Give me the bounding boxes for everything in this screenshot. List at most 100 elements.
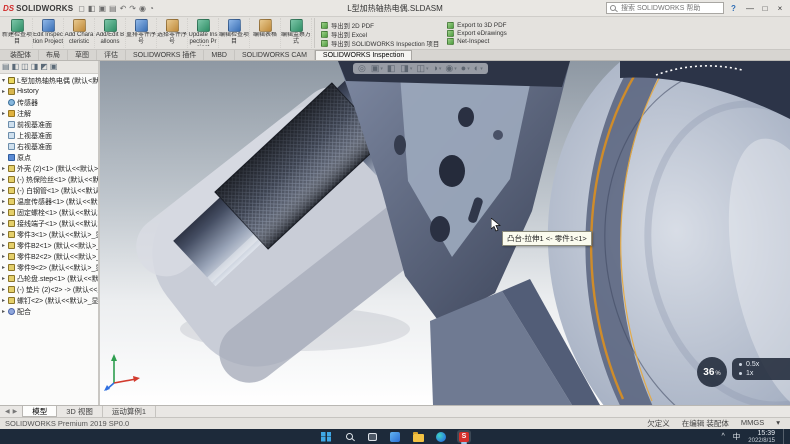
quick-access-icon[interactable]: ▣ <box>98 4 106 13</box>
hidden-icons-chevron-icon[interactable]: ^ <box>722 433 725 440</box>
chevron-down-icon[interactable]: ▾ <box>426 66 429 72</box>
tree-item[interactable]: ▸ (-) 垫片 (2)<2> -> (默认<<默认>_显示状态) <box>0 284 98 295</box>
panel-tab-icon[interactable]: ◧ <box>12 63 20 71</box>
export-button[interactable]: 导出到 2D PDF <box>321 21 439 30</box>
ribbon-button[interactable]: 编辑检查项目 <box>219 18 250 48</box>
solidworks-logo[interactable]: DS SOLIDWORKS <box>3 4 73 13</box>
quick-access-icon[interactable]: ▤ <box>109 4 117 13</box>
tree-item[interactable]: ▸ 注解 <box>0 108 98 119</box>
taskbar-app-icon[interactable] <box>457 430 471 443</box>
tree-item[interactable]: ▸ 外壳 (2)<1> (默认<<默认>_显示状态) <box>0 163 98 174</box>
ribbon-button[interactable]: Update Inspection Project <box>188 18 219 48</box>
help-search-box[interactable] <box>606 2 724 14</box>
view-tool-icon[interactable]: ◎ <box>358 64 367 73</box>
panel-tab-icon[interactable]: ◫ <box>21 63 29 71</box>
tab-scroll-right-icon[interactable]: ▶ <box>13 408 18 415</box>
ribbon-tab[interactable]: MBD <box>204 50 235 60</box>
chevron-down-icon[interactable]: ▾ <box>439 66 442 72</box>
tree-item[interactable]: ▸ 固定螺栓<1> (默认<<默认>_显示状态) <box>0 207 98 218</box>
taskbar-app-icon[interactable] <box>388 430 402 443</box>
tree-item[interactable]: ▸ 凸轮盘.step<1> (默认<<默认>_显示状态) <box>0 273 98 284</box>
tree-item[interactable]: ▸ 前视基准面 <box>0 119 98 130</box>
ribbon-tab[interactable]: SOLIDWORKS Inspection <box>315 50 412 60</box>
view-tool-icon[interactable]: ◐ ▾ <box>474 64 483 73</box>
panel-tab-icon[interactable]: ◩ <box>40 63 48 71</box>
export-button[interactable]: 导出到 SOLIDWORKS Inspection 项目 <box>321 39 439 48</box>
quick-access-icon[interactable]: ◻ <box>78 4 85 13</box>
ribbon-tab[interactable]: 布局 <box>39 50 68 60</box>
ribbon-tab[interactable]: 草图 <box>68 50 97 60</box>
help-button[interactable]: ? <box>728 4 739 13</box>
ribbon-button[interactable]: 编辑监察方式 <box>281 18 312 48</box>
ribbon-button[interactable]: 编辑表格 <box>250 18 281 48</box>
view-tool-icon[interactable]: ◧ <box>387 64 397 73</box>
chevron-down-icon[interactable]: ▾ <box>410 66 413 72</box>
zoom-badge[interactable]: 36 % <box>697 357 727 387</box>
view-tool-icon[interactable]: ● ▾ <box>461 64 470 73</box>
graphics-viewport[interactable]: ◎ ▣ ▾ ◧ ◨ ▾ ◫ ▾ ◑ ▾ ◉ <box>100 61 790 405</box>
chevron-down-icon[interactable]: ▾ <box>480 66 483 72</box>
ribbon-button[interactable]: 重排零件序号 <box>126 18 157 48</box>
chevron-down-icon[interactable]: ▾ <box>467 66 470 72</box>
status-item[interactable]: ▾ <box>776 418 780 429</box>
tree-item[interactable]: ▸ History <box>0 86 98 97</box>
export-button[interactable]: Net-Inspect <box>447 37 507 45</box>
taskbar-app-icon[interactable] <box>365 430 379 443</box>
status-item[interactable]: MMGS <box>741 418 764 429</box>
view-tool-icon[interactable]: ◉ ▾ <box>445 64 456 73</box>
tab-scroll-left-icon[interactable]: ◀ <box>5 408 10 415</box>
ribbon-button[interactable]: 选择零件序号 <box>157 18 188 48</box>
panel-tab-icon[interactable]: ▤ <box>2 63 10 71</box>
panel-tab-icon[interactable]: ▣ <box>50 63 58 71</box>
close-button[interactable]: × <box>773 2 787 15</box>
export-button[interactable]: Export to 3D PDF <box>447 21 507 29</box>
tree-item[interactable]: ▸ 上视基准面 <box>0 130 98 141</box>
tree-item[interactable]: ▸ 零件9<2> (默认<<默认>_显示状态) <box>0 262 98 273</box>
quick-access-icon[interactable]: ◧ <box>88 4 96 13</box>
input-language-indicator[interactable]: 中 <box>733 431 741 442</box>
chevron-down-icon[interactable]: ▾ <box>380 66 383 72</box>
show-desktop-button[interactable] <box>783 429 785 444</box>
export-button[interactable]: Export eDrawings <box>447 29 507 37</box>
maximize-button[interactable]: □ <box>758 2 772 15</box>
tree-item[interactable]: ▸ 配合 <box>0 306 98 317</box>
view-tool-icon[interactable]: ◑ ▾ <box>432 64 441 73</box>
ribbon-tab[interactable]: 评估 <box>97 50 126 60</box>
feature-tree-root[interactable]: ▾ L型加热轴热电偶 (默认<默认_显示状态-1>) <box>0 75 98 86</box>
status-item[interactable]: 欠定义 <box>647 418 670 429</box>
tree-item[interactable]: ▸ 零件B2<1> (默认<<默认>_显示状态) <box>0 240 98 251</box>
ribbon-button[interactable]: 新建检查项目 <box>2 18 33 48</box>
model-tab[interactable]: 3D 视图 <box>57 406 103 417</box>
taskbar-clock[interactable]: 15:39 2022/8/15 <box>748 430 775 444</box>
tree-item[interactable]: ▸ 原点 <box>0 152 98 163</box>
quick-access-icon[interactable]: ◔ <box>149 4 154 13</box>
tree-item[interactable]: ▸ 右视基准面 <box>0 141 98 152</box>
minimize-button[interactable]: — <box>743 2 757 15</box>
ribbon-tab[interactable]: 装配体 <box>3 50 39 60</box>
quick-access-icon[interactable]: ◉ <box>139 4 146 13</box>
view-tool-icon[interactable]: ◫ ▾ <box>416 64 428 73</box>
taskbar-app-icon[interactable] <box>434 430 448 443</box>
quick-access-icon[interactable]: ↷ <box>129 4 136 13</box>
status-item[interactable]: 在编辑 装配体 <box>682 418 729 429</box>
tree-item[interactable]: ▸ 接线端子<1> (默认<<默认>_显示状态) <box>0 218 98 229</box>
model-tab[interactable]: 运动算例1 <box>103 406 156 417</box>
taskbar-app-icon[interactable] <box>411 430 425 443</box>
tree-item[interactable]: ▸ (-) 热保险丝<1> (默认<<默认>_显示状态) <box>0 174 98 185</box>
tree-item[interactable]: ▸ 零件3<1> (默认<<默认>_显示状态) <box>0 229 98 240</box>
search-input[interactable] <box>619 4 720 13</box>
view-tool-icon[interactable]: ▣ ▾ <box>371 64 383 73</box>
model-tab[interactable]: 模型 <box>22 406 57 417</box>
tree-item[interactable]: ▸ 螺钉<2> (默认<<默认>_显示状态) <box>0 295 98 306</box>
taskbar-app-icon[interactable] <box>319 430 333 443</box>
chevron-down-icon[interactable]: ▾ <box>454 66 457 72</box>
tree-item[interactable]: ▸ 零件B2<2> (默认<<默认>_显示状态) <box>0 251 98 262</box>
quick-access-icon[interactable]: ↶ <box>120 4 127 13</box>
ribbon-button[interactable]: Add/Edit Balloons <box>95 18 126 48</box>
tree-item[interactable]: ▸ 温度传感器<1> (默认<<默认>_显示状态) <box>0 196 98 207</box>
speed-option[interactable]: 1x <box>739 370 790 377</box>
tree-item[interactable]: ▸ (-) 白钢管<1> (默认<<默认>_显示状态) <box>0 185 98 196</box>
export-button[interactable]: 导出到 Excel <box>321 30 439 39</box>
ribbon-tab[interactable]: SOLIDWORKS 插件 <box>126 50 204 60</box>
speed-option[interactable]: 0.5x <box>739 361 790 368</box>
